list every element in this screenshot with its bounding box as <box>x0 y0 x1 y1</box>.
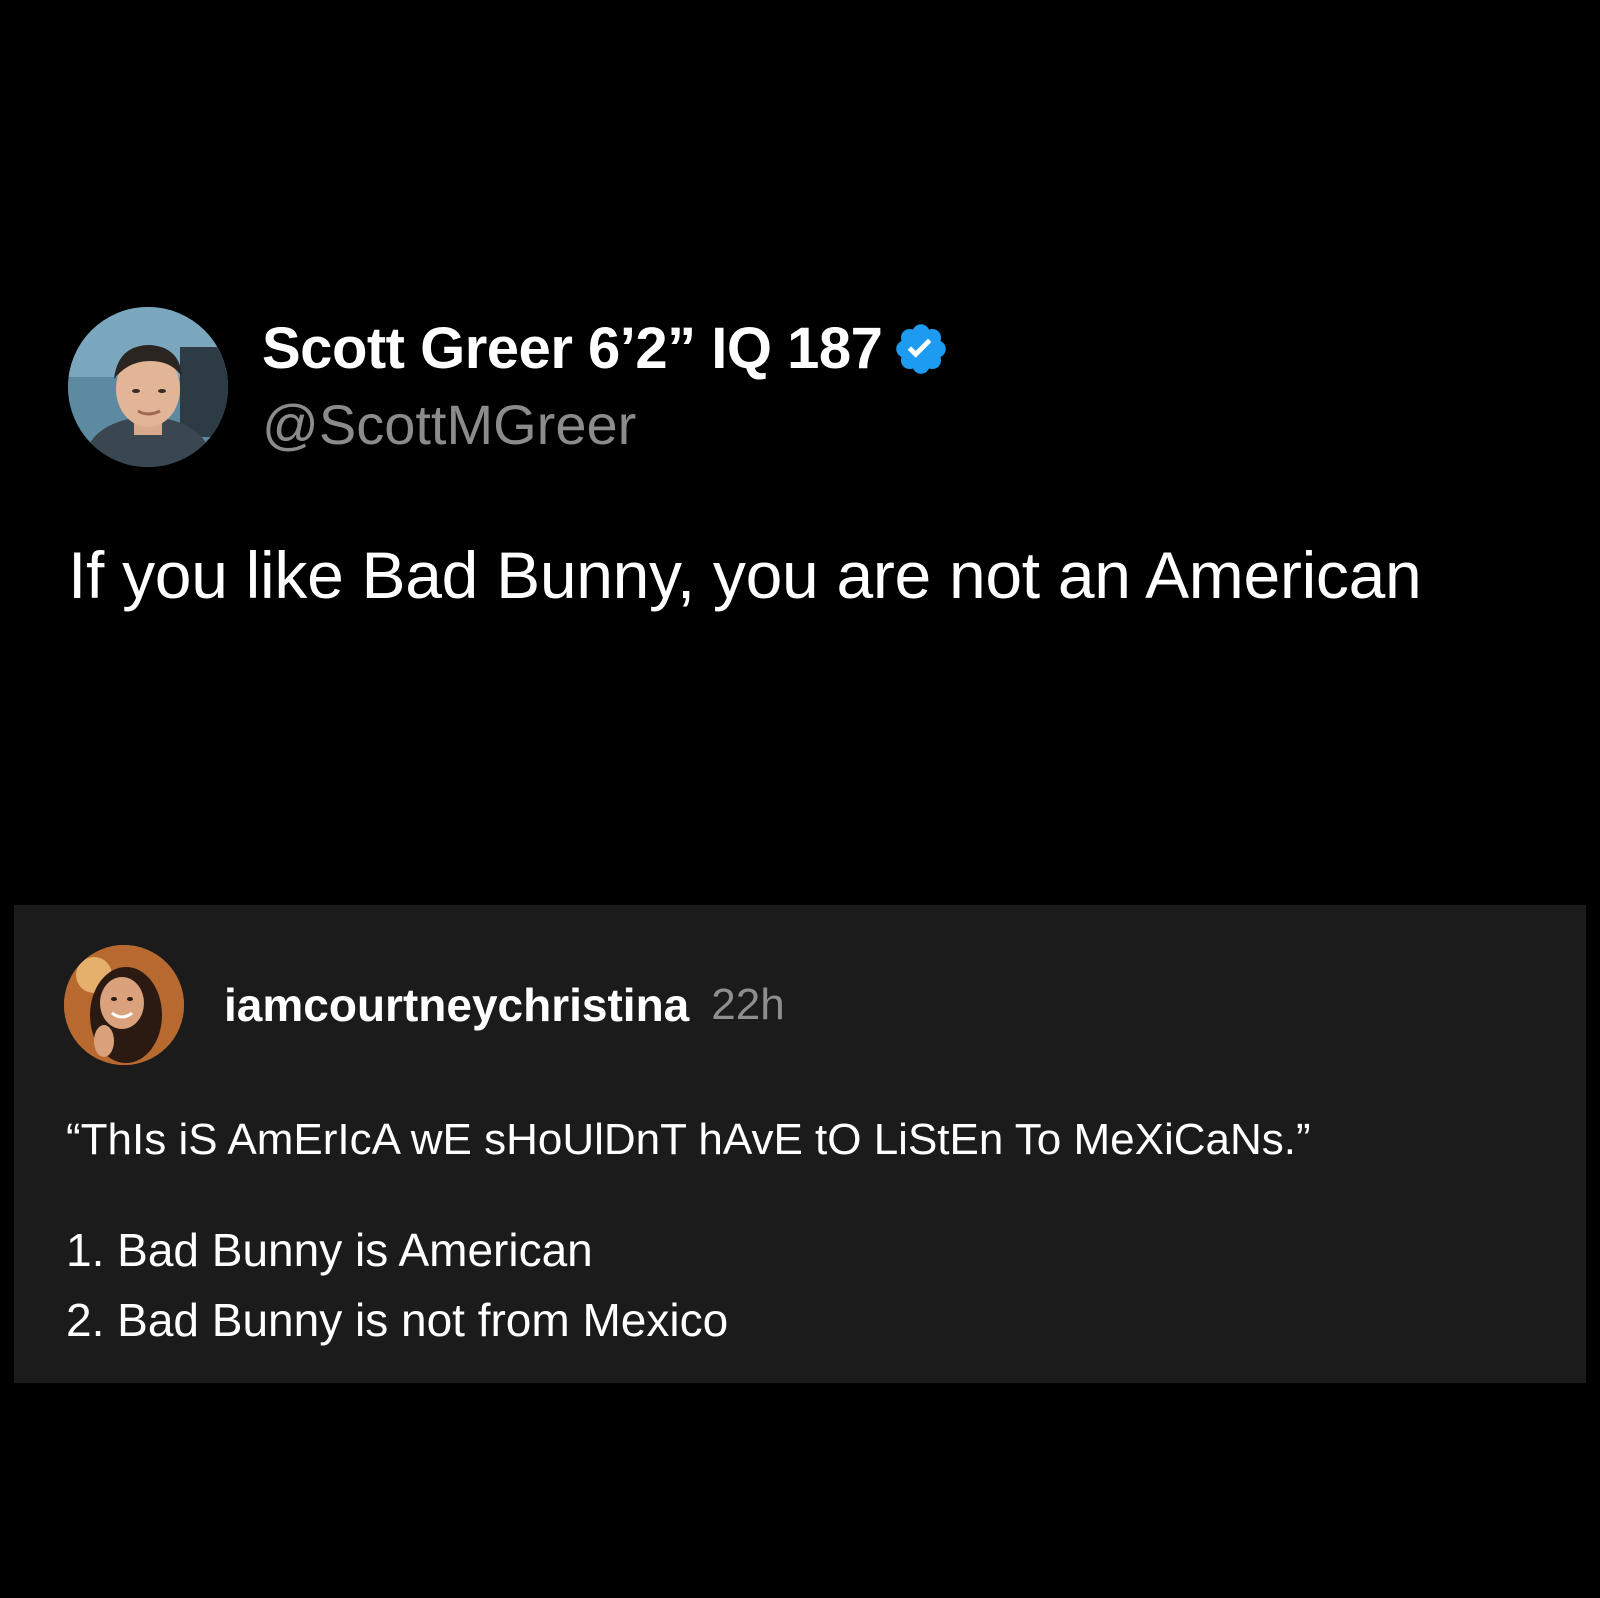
comment-point: 2. Bad Bunny is not from Mexico <box>66 1294 729 1346</box>
comment-header: iamcourtneychristina 22h <box>64 945 785 1065</box>
comment-point: 1. Bad Bunny is American <box>66 1224 593 1276</box>
tweet-author-name[interactable]: Scott Greer 6’2” IQ 187 <box>262 314 883 384</box>
commenter-avatar-image <box>64 945 184 1065</box>
avatar-image <box>68 307 228 467</box>
tweet-author-handle[interactable]: @ScottMGreer <box>262 390 950 460</box>
tweet-author-info: Scott Greer 6’2” IQ 187 @ScottMGreer <box>262 314 950 460</box>
comment-points-list: 1. Bad Bunny is American 2. Bad Bunny is… <box>66 1215 728 1355</box>
commenter-username[interactable]: iamcourtneychristina <box>224 978 689 1032</box>
tweet-text: If you like Bad Bunny, you are not an Am… <box>68 538 1422 612</box>
tweet-author-name-row: Scott Greer 6’2” IQ 187 <box>262 314 950 384</box>
tweet-author-avatar[interactable] <box>68 307 228 467</box>
tweet-header: Scott Greer 6’2” IQ 187 @ScottMGreer <box>68 307 1548 467</box>
tweet: Scott Greer 6’2” IQ 187 @ScottMGreer If … <box>68 307 1548 613</box>
comment-timestamp: 22h <box>711 980 785 1029</box>
comment-card: iamcourtneychristina 22h “ThIs iS AmErIc… <box>14 905 1586 1383</box>
verified-badge-icon <box>892 320 950 378</box>
commenter-avatar[interactable] <box>64 945 184 1065</box>
comment-quote-text: “ThIs iS AmErIcA wE sHoUlDnT hAvE tO LiS… <box>66 1115 1311 1164</box>
